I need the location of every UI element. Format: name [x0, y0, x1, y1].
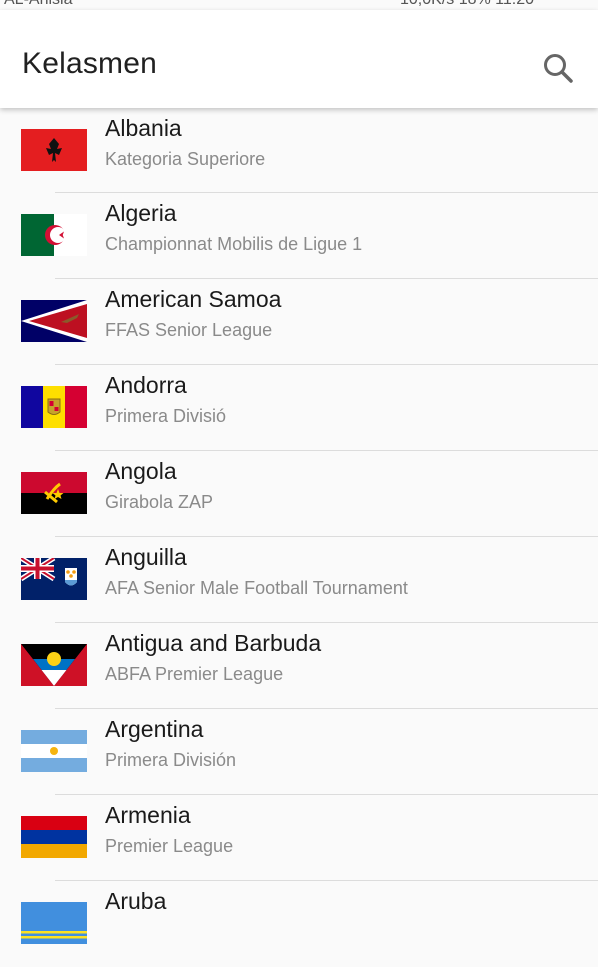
country-name: Andorra — [105, 372, 187, 398]
list-item-aruba[interactable]: Aruba — [0, 881, 598, 967]
algeria-flag-icon — [21, 214, 87, 256]
league-name: Kategoria Superiore — [105, 149, 266, 169]
country-list: Albania Kategoria Superiore Algeria Cham… — [0, 108, 598, 967]
country-name: Angola — [105, 458, 177, 484]
list-item-albania[interactable]: Albania Kategoria Superiore — [0, 108, 598, 193]
list-item-anguilla[interactable]: Anguilla AFA Senior Male Football Tourna… — [0, 537, 598, 623]
list-item-american-samoa[interactable]: American Samoa FFAS Senior League — [0, 279, 598, 365]
anguilla-flag-icon — [21, 558, 87, 600]
status-bar: AL-Anisia 10,0K/s 18% 11:20 — [0, 0, 598, 10]
country-name: Aruba — [105, 888, 167, 914]
list-item-angola[interactable]: Angola Girabola ZAP — [0, 451, 598, 537]
country-name: Anguilla — [105, 544, 187, 570]
country-name: Algeria — [105, 200, 177, 226]
league-name: FFAS Senior League — [105, 320, 273, 340]
search-icon[interactable] — [540, 50, 576, 86]
carrier-label: AL-Anisia — [4, 0, 72, 9]
country-name: Albania — [105, 115, 182, 141]
list-item-argentina[interactable]: Argentina Primera División — [0, 709, 598, 795]
status-indicators: 10,0K/s 18% 11:20 — [400, 0, 534, 9]
list-item-antigua-and-barbuda[interactable]: Antigua and Barbuda ABFA Premier League — [0, 623, 598, 709]
country-name: Armenia — [105, 802, 191, 828]
andorra-flag-icon — [21, 386, 87, 428]
league-name: Girabola ZAP — [105, 492, 214, 512]
league-name: AFA Senior Male Football Tournament — [105, 578, 408, 598]
page-title: Kelasmen — [22, 47, 158, 80]
league-name: Championnat Mobilis de Ligue 1 — [105, 234, 363, 254]
armenia-flag-icon — [21, 816, 87, 858]
american-samoa-flag-icon — [21, 300, 87, 342]
list-item-algeria[interactable]: Algeria Championnat Mobilis de Ligue 1 — [0, 193, 598, 279]
list-item-andorra[interactable]: Andorra Primera Divisió — [0, 365, 598, 451]
league-name: Primera División — [105, 750, 237, 770]
league-name: Primera Divisió — [105, 406, 227, 426]
angola-flag-icon — [21, 472, 87, 514]
albania-flag-icon — [21, 129, 87, 171]
league-name: ABFA Premier League — [105, 664, 284, 684]
country-name: Antigua and Barbuda — [105, 630, 322, 656]
list-item-armenia[interactable]: Armenia Premier League — [0, 795, 598, 881]
country-name: Argentina — [105, 716, 204, 742]
app-bar: Kelasmen — [0, 10, 598, 108]
league-name: Premier League — [105, 836, 234, 856]
aruba-flag-icon — [21, 902, 87, 944]
antigua-and-barbuda-flag-icon — [21, 644, 87, 686]
argentina-flag-icon — [21, 730, 87, 772]
country-name: American Samoa — [105, 286, 282, 312]
